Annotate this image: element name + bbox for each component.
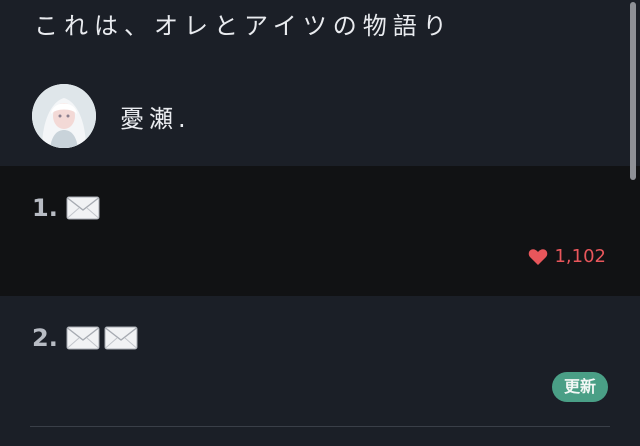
episode-item[interactable]: 1. 1,102 bbox=[0, 166, 640, 296]
updated-badge: 更新 bbox=[551, 372, 608, 402]
list-divider bbox=[30, 426, 610, 427]
story-title: これは、オレとアイツの物語り bbox=[34, 12, 453, 40]
episode-number: 1. bbox=[32, 194, 58, 222]
heart-icon bbox=[529, 248, 548, 265]
scrollbar[interactable] bbox=[630, 2, 636, 180]
author-link[interactable]: 憂瀬. bbox=[32, 84, 191, 148]
envelope-icon bbox=[104, 326, 138, 350]
envelope-icon bbox=[66, 326, 100, 350]
like-count: 1,102 bbox=[528, 246, 606, 267]
author-avatar[interactable] bbox=[32, 84, 96, 148]
envelope-icon bbox=[66, 196, 100, 220]
episode-number: 2. bbox=[32, 324, 58, 352]
episode-title[interactable]: 2. bbox=[32, 324, 142, 352]
story-header: これは、オレとアイツの物語り 憂瀬. bbox=[0, 0, 640, 166]
episode-item[interactable]: 2. 更新 bbox=[0, 296, 640, 422]
episode-title[interactable]: 1. bbox=[32, 194, 104, 222]
like-count-value: 1,102 bbox=[554, 246, 606, 267]
author-name[interactable]: 憂瀬. bbox=[120, 99, 191, 134]
